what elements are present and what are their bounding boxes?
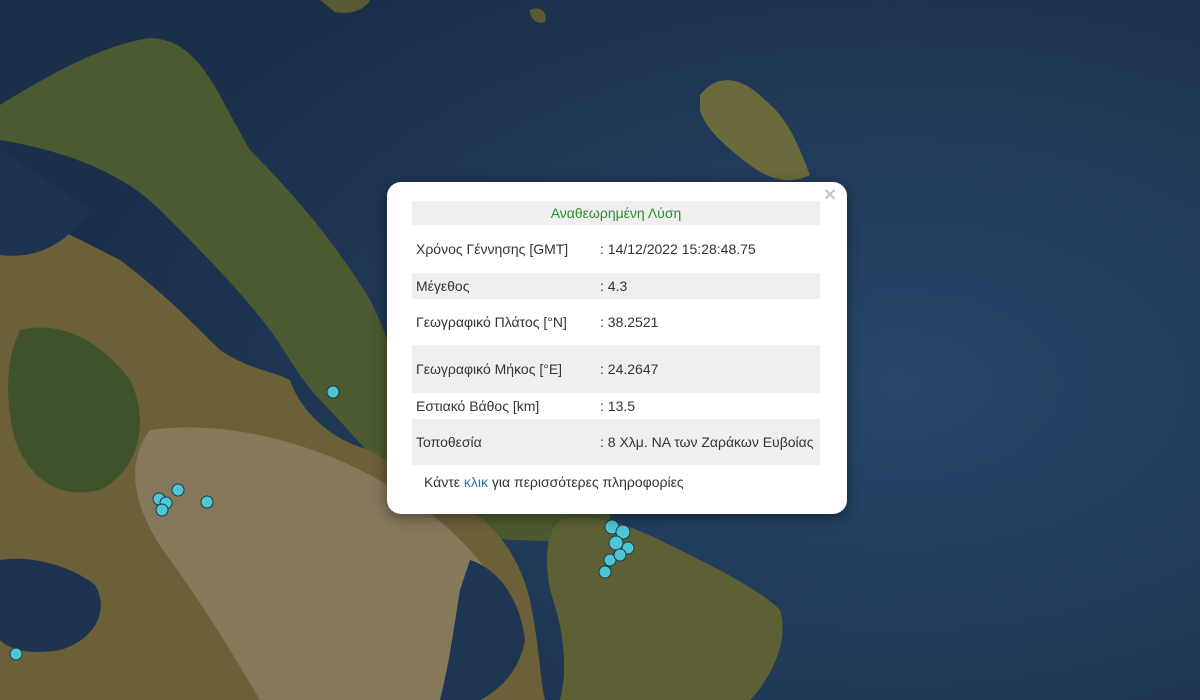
close-icon[interactable]: × — [821, 186, 839, 204]
earthquake-marker[interactable] — [613, 548, 627, 562]
location-label: Τοποθεσία — [412, 419, 596, 465]
earthquake-info-table: Αναθεωρημένη Λύση Χρόνος Γέννησης [GMT] … — [412, 201, 820, 465]
depth-value: : 13.5 — [600, 398, 636, 414]
location-value: : 8 Χλμ. ΝΑ των Ζαράκων Ευβοίας — [596, 419, 820, 465]
table-row: Μέγεθος : 4.3 — [412, 273, 820, 299]
latitude-label: Γεωγραφικό Πλάτος [°N] — [416, 314, 567, 330]
earthquake-marker[interactable] — [200, 495, 214, 509]
earthquake-marker[interactable] — [155, 503, 169, 517]
more-info-suffix: για περισσότερες πληροφορίες — [488, 474, 684, 490]
table-row: Χρόνος Γέννησης [GMT] : 14/12/2022 15:28… — [412, 225, 820, 273]
magnitude-label: Μέγεθος — [412, 273, 596, 299]
longitude-label: Γεωγραφικό Μήκος [°E] — [412, 345, 596, 393]
earthquake-marker[interactable] — [326, 385, 340, 399]
earthquake-marker[interactable] — [608, 535, 624, 551]
origin-time-label: Χρόνος Γέννησης [GMT] — [416, 241, 569, 257]
more-info-text: Κάντε κλικ για περισσότερες πληροφορίες — [424, 474, 684, 490]
latitude-value: : 38.2521 — [600, 314, 659, 330]
longitude-value: : 24.2647 — [596, 345, 820, 393]
popup-title: Αναθεωρημένη Λύση — [412, 201, 820, 225]
earthquake-marker[interactable] — [9, 647, 23, 661]
table-row: Τοποθεσία : 8 Χλμ. ΝΑ των Ζαράκων Ευβοία… — [412, 419, 820, 465]
earthquake-marker[interactable] — [598, 565, 612, 579]
magnitude-value: : 4.3 — [596, 273, 820, 299]
earthquake-info-popup: × Αναθεωρημένη Λύση Χρόνος Γέννησης [GMT… — [387, 182, 847, 514]
more-info-prefix: Κάντε — [424, 474, 464, 490]
more-info-link[interactable]: κλικ — [464, 474, 488, 490]
table-row: Γεωγραφικό Μήκος [°E] : 24.2647 — [412, 345, 820, 393]
popup-title-row: Αναθεωρημένη Λύση — [412, 201, 820, 225]
earthquake-marker[interactable] — [171, 483, 185, 497]
origin-time-value: : 14/12/2022 15:28:48.75 — [600, 241, 756, 257]
depth-label: Εστιακό Βάθος [km] — [416, 398, 540, 414]
table-row: Γεωγραφικό Πλάτος [°N] : 38.2521 — [412, 299, 820, 345]
table-row: Εστιακό Βάθος [km] : 13.5 — [412, 393, 820, 419]
